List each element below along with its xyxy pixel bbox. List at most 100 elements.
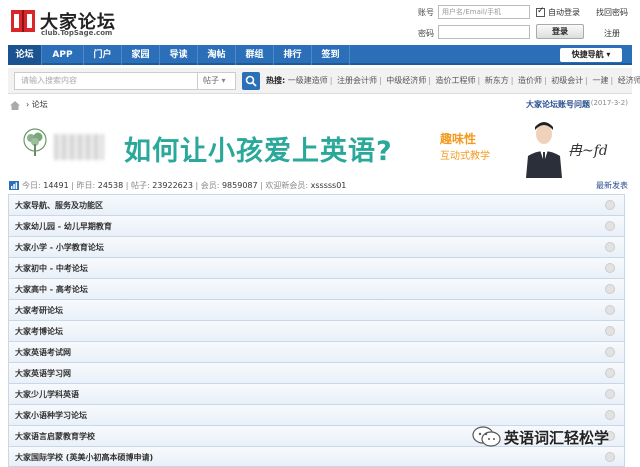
hot-term[interactable]: 一建 xyxy=(593,76,609,85)
chevron-down-icon: ▾ xyxy=(221,76,226,85)
forum-category-row[interactable]: 大家英语考试网 xyxy=(8,341,625,362)
banner-tag-interactive: 互动式教学 xyxy=(440,151,490,162)
password-label: 密码 xyxy=(418,29,434,38)
search-icon xyxy=(245,75,257,87)
forum-category-row[interactable]: 大家国际学校 (英美小初高本硕博申请) xyxy=(8,446,625,467)
collapse-icon[interactable] xyxy=(605,452,615,462)
tree-logo-icon xyxy=(23,128,47,156)
watermark-text: 英语词汇轻松学 xyxy=(504,429,610,447)
nav-item-guide[interactable]: 导读 xyxy=(160,45,198,65)
stat-today: 14491 xyxy=(43,181,69,190)
stat-yesterday: 24538 xyxy=(97,181,124,190)
nav-item-home[interactable]: 家园 xyxy=(122,45,160,65)
collapse-icon[interactable] xyxy=(605,389,615,399)
password-input[interactable] xyxy=(438,25,530,39)
stat-newest-label: 欢迎新会员: xyxy=(265,181,309,190)
register-link[interactable]: 注册 xyxy=(604,28,620,39)
announcement-link[interactable]: 大家论坛账号问题 xyxy=(526,99,590,110)
forum-category-name[interactable]: 大家英语学习网 xyxy=(15,368,71,379)
search-type-select[interactable]: 帖子 ▾ xyxy=(198,72,236,90)
quick-nav-button[interactable]: 快捷导航 ▾ xyxy=(560,48,622,62)
hot-term[interactable]: 造价工程师 xyxy=(436,76,476,85)
nav-item-groups[interactable]: 群组 xyxy=(236,45,274,65)
nav-item-ranking[interactable]: 排行 xyxy=(274,45,312,65)
hot-term[interactable]: 一级建造师 xyxy=(288,76,328,85)
forum-category-row[interactable]: 大家考研论坛 xyxy=(8,299,625,320)
hot-term[interactable]: 中级经济师 xyxy=(386,76,426,85)
forum-category-name[interactable]: 大家语言启蒙教育学校 xyxy=(15,431,95,442)
auto-login-label: 自动登录 xyxy=(548,8,580,17)
recover-password-link[interactable]: 找回密码 xyxy=(596,7,628,18)
chevron-down-icon: ▾ xyxy=(606,50,611,59)
forum-category-row[interactable]: 大家小学 - 小学教育论坛 xyxy=(8,236,625,257)
hot-term[interactable]: 造价师 xyxy=(518,76,542,85)
forum-category-row[interactable]: 大家导航、服务及功能区 xyxy=(8,194,625,215)
forum-category-name[interactable]: 大家幼儿园 - 幼儿早期教育 xyxy=(15,221,112,232)
collapse-icon[interactable] xyxy=(605,242,615,252)
ad-banner[interactable]: 如何让小孩爱上英语? 趣味性 互动式教学 冉~fd xyxy=(8,116,632,178)
stat-posts-label: 帖子: xyxy=(130,181,150,190)
collapse-icon[interactable] xyxy=(605,368,615,378)
banner-headline: 如何让小孩爱上英语? xyxy=(124,136,393,167)
hot-term[interactable]: 新东方 xyxy=(485,76,509,85)
main-nav: 论坛 APP 门户 家园 导读 淘帖 群组 排行 签到 快捷导航 ▾ xyxy=(8,45,632,65)
stat-yesterday-label: 昨日: xyxy=(76,181,96,190)
forum-stats: 今日: 14491 | 昨日: 24538 | 帖子: 23922623 | 会… xyxy=(8,180,632,192)
banner-tag-fun: 趣味性 xyxy=(440,132,477,146)
forum-category-row[interactable]: 大家初中 - 中考论坛 xyxy=(8,257,625,278)
announcement-date: (2017-3-2) xyxy=(590,99,628,107)
latest-posts-link[interactable]: 最新发表 xyxy=(596,180,628,191)
forum-category-name[interactable]: 大家考研论坛 xyxy=(15,305,63,316)
collapse-icon[interactable] xyxy=(605,263,615,273)
collapse-icon[interactable] xyxy=(605,200,615,210)
forum-category-name[interactable]: 大家考博论坛 xyxy=(15,326,63,337)
collapse-icon[interactable] xyxy=(605,221,615,231)
forum-category-name[interactable]: 大家少儿学科英语 xyxy=(15,389,79,400)
teacher-photo xyxy=(526,122,562,178)
forum-category-row[interactable]: 大家英语学习网 xyxy=(8,362,625,383)
collapse-icon[interactable] xyxy=(605,284,615,294)
nav-item-portal[interactable]: 门户 xyxy=(84,45,122,65)
forum-category-name[interactable]: 大家小语种学习论坛 xyxy=(15,410,87,421)
auto-login-checkbox[interactable] xyxy=(536,6,545,17)
newest-member-link[interactable]: xsssss01 xyxy=(311,181,347,190)
wechat-icon xyxy=(472,426,501,447)
wechat-watermark: 英语词汇轻松学 xyxy=(470,425,640,449)
collapse-icon[interactable] xyxy=(605,326,615,336)
breadcrumb-label: 论坛 xyxy=(31,100,48,109)
forum-category-row[interactable]: 大家小语种学习论坛 xyxy=(8,404,625,425)
collapse-icon[interactable] xyxy=(605,305,615,315)
login-button[interactable]: 登录 xyxy=(536,24,584,39)
hot-term[interactable]: 经济师 xyxy=(618,76,640,85)
quick-nav-label: 快捷导航 xyxy=(571,50,604,59)
forum-category-name[interactable]: 大家高中 - 高考论坛 xyxy=(15,284,88,295)
nav-item-forum[interactable]: 论坛 xyxy=(8,45,42,65)
nav-item-checkin[interactable]: 签到 xyxy=(312,45,350,65)
account-label: 账号 xyxy=(418,8,434,17)
collapse-icon[interactable] xyxy=(605,410,615,420)
breadcrumb: › 论坛 大家论坛账号问题 (2017-3-2) xyxy=(8,97,632,113)
forum-category-row[interactable]: 大家少儿学科英语 xyxy=(8,383,625,404)
hot-search: 热搜: 一级建造师 | 注册会计师 | 中级经济师 | 造价工程师 | 新东方 | 造价师… xyxy=(266,76,640,85)
forum-category-row[interactable]: 大家考博论坛 xyxy=(8,320,625,341)
forum-category-row[interactable]: 大家高中 - 高考论坛 xyxy=(8,278,625,299)
login-panel: 账号 用户名/Email/手机 自动登录 找回密码 密码 登录 注册 xyxy=(400,4,640,42)
forum-category-row[interactable]: 大家幼儿园 - 幼儿早期教育 xyxy=(8,215,625,236)
site-subtitle: club.TopSage.com xyxy=(41,29,113,37)
nav-item-app[interactable]: APP xyxy=(42,45,84,65)
nav-item-collections[interactable]: 淘帖 xyxy=(198,45,236,65)
stat-members-label: 会员: xyxy=(200,181,220,190)
site-logo[interactable]: 大家论坛 club.TopSage.com xyxy=(10,8,120,40)
search-input[interactable]: 请输入搜索内容 xyxy=(14,72,198,90)
hot-term[interactable]: 初级会计 xyxy=(551,76,583,85)
forum-category-name[interactable]: 大家英语考试网 xyxy=(15,347,71,358)
forum-category-name[interactable]: 大家初中 - 中考论坛 xyxy=(15,263,88,274)
search-button[interactable] xyxy=(242,72,260,90)
forum-category-name[interactable]: 大家国际学校 (英美小初高本硕博申请) xyxy=(15,452,153,463)
forum-category-name[interactable]: 大家小学 - 小学教育论坛 xyxy=(15,242,104,253)
forum-category-name[interactable]: 大家导航、服务及功能区 xyxy=(15,200,103,211)
collapse-icon[interactable] xyxy=(605,347,615,357)
hot-term[interactable]: 注册会计师 xyxy=(337,76,377,85)
account-input[interactable]: 用户名/Email/手机 xyxy=(438,5,530,19)
home-icon[interactable] xyxy=(10,101,20,110)
